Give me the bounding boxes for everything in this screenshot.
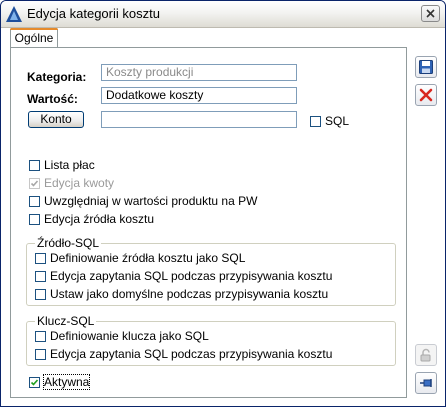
aktywna-label: Aktywna bbox=[42, 374, 91, 390]
wartosc-label: Wartość: bbox=[27, 92, 78, 106]
uwzgledniaj-label: Uwzględniaj w wartości produktu na PW bbox=[44, 194, 258, 208]
edycja-zapytania-klucz-label: Edycja zapytania SQL podczas przypisywan… bbox=[50, 347, 333, 361]
lock-icon bbox=[420, 348, 431, 362]
definiowanie-zrodla-label: Definiowanie źródła kosztu jako SQL bbox=[50, 251, 246, 265]
konto-field[interactable] bbox=[101, 111, 297, 128]
lista-plac-checkbox-box[interactable] bbox=[29, 159, 40, 171]
edycja-zrodla-checkbox-box[interactable] bbox=[29, 213, 40, 225]
save-icon bbox=[419, 60, 433, 74]
klucz-sql-group: Klucz-SQL Definiowanie klucza jako SQL E… bbox=[26, 314, 396, 366]
edycja-zapytania-zrodlo-checkbox-box[interactable] bbox=[35, 270, 46, 282]
cancel-button[interactable] bbox=[415, 84, 437, 106]
edycja-zapytania-zrodlo-checkbox[interactable]: Edycja zapytania SQL podczas przypisywan… bbox=[35, 269, 332, 283]
definiowanie-klucza-checkbox-box[interactable] bbox=[35, 330, 46, 342]
uwzgledniaj-checkbox-box[interactable] bbox=[29, 195, 40, 207]
definiowanie-zrodla-checkbox-box[interactable] bbox=[35, 252, 46, 264]
dialog-window: Edycja kategorii kosztu Ogólne Kategoria… bbox=[0, 0, 446, 407]
sql-checkbox-box[interactable] bbox=[310, 115, 321, 127]
klucz-sql-title: Klucz-SQL bbox=[35, 314, 97, 328]
app-logo-icon bbox=[6, 6, 22, 22]
kategoria-field: Koszty produkcji bbox=[101, 64, 297, 81]
aktywna-checkbox[interactable]: Aktywna bbox=[29, 374, 91, 390]
zrodlo-sql-group: Źródło-SQL Definiowanie źródła kosztu ja… bbox=[26, 236, 396, 306]
definiowanie-klucza-label: Definiowanie klucza jako SQL bbox=[50, 329, 209, 343]
edycja-kwoty-checkbox: Edycja kwoty bbox=[29, 176, 114, 190]
ustaw-domyslne-label: Ustaw jako domyślne podczas przypisywani… bbox=[50, 287, 329, 301]
pin-icon bbox=[420, 379, 432, 387]
definiowanie-zrodla-checkbox[interactable]: Definiowanie źródła kosztu jako SQL bbox=[35, 251, 245, 265]
pin-button[interactable] bbox=[415, 372, 437, 394]
konto-button[interactable]: Konto bbox=[28, 111, 84, 128]
edycja-zrodla-label: Edycja źródła kosztu bbox=[44, 212, 155, 226]
aktywna-checkbox-box[interactable] bbox=[29, 376, 40, 388]
ustaw-domyslne-checkbox-box[interactable] bbox=[35, 288, 46, 300]
edycja-kwoty-label: Edycja kwoty bbox=[44, 176, 115, 190]
wartosc-field[interactable]: Dodatkowe koszty bbox=[101, 87, 297, 104]
save-button[interactable] bbox=[415, 56, 437, 78]
window-title: Edycja kategorii kosztu bbox=[27, 6, 160, 21]
sql-checkbox[interactable]: SQL bbox=[310, 114, 349, 128]
edycja-kwoty-checkbox-box bbox=[29, 177, 40, 189]
edycja-zrodla-checkbox[interactable]: Edycja źródła kosztu bbox=[29, 212, 154, 226]
lista-plac-checkbox[interactable]: Lista płac bbox=[29, 158, 95, 172]
close-button[interactable] bbox=[421, 5, 440, 22]
sql-checkbox-label: SQL bbox=[325, 114, 350, 128]
definiowanie-klucza-checkbox[interactable]: Definiowanie klucza jako SQL bbox=[35, 329, 209, 343]
tab-panel-ogolne: Kategoria: Koszty produkcji Wartość: Dod… bbox=[10, 47, 407, 398]
uwzgledniaj-checkbox[interactable]: Uwzględniaj w wartości produktu na PW bbox=[29, 194, 257, 208]
edycja-zapytania-klucz-checkbox[interactable]: Edycja zapytania SQL podczas przypisywan… bbox=[35, 347, 332, 361]
close-icon bbox=[426, 9, 435, 18]
lista-plac-label: Lista płac bbox=[44, 158, 95, 172]
checkmark-icon bbox=[30, 378, 39, 386]
zrodlo-sql-title: Źródło-SQL bbox=[35, 236, 102, 250]
checkmark-icon bbox=[30, 179, 39, 187]
edycja-zapytania-klucz-checkbox-box[interactable] bbox=[35, 348, 46, 360]
title-bar[interactable]: Edycja kategorii kosztu bbox=[1, 1, 445, 28]
client-area: Ogólne Kategoria: Koszty produkcji Warto… bbox=[1, 28, 445, 406]
cancel-icon bbox=[419, 88, 433, 102]
edycja-zapytania-zrodlo-label: Edycja zapytania SQL podczas przypisywan… bbox=[50, 269, 333, 283]
kategoria-label: Kategoria: bbox=[27, 70, 87, 84]
tab-ogolne[interactable]: Ogólne bbox=[10, 28, 58, 48]
lock-button[interactable] bbox=[415, 344, 437, 366]
ustaw-domyslne-checkbox[interactable]: Ustaw jako domyślne podczas przypisywani… bbox=[35, 287, 328, 301]
